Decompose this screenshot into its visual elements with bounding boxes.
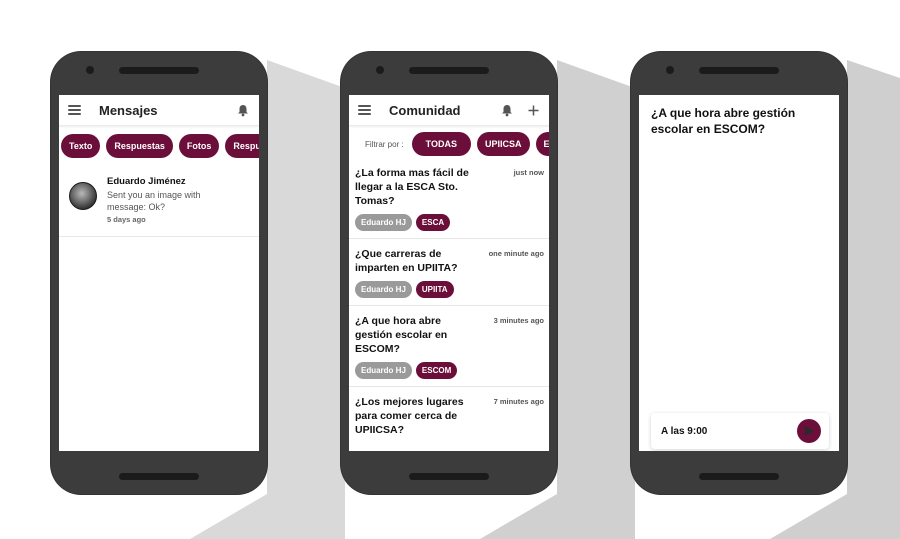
- post-title: ¿Que carreras de imparten en UPIITA?: [355, 248, 458, 274]
- school-tag[interactable]: ESCOM: [415, 362, 458, 379]
- post-title: ¿Los mejores lugares para comer cerca de…: [355, 396, 464, 436]
- post-item[interactable]: ¿La forma mas fácil de llegar a la ESCA …: [349, 158, 549, 239]
- post-time: 7 minutes ago: [493, 397, 544, 406]
- post-time: one minute ago: [488, 249, 544, 258]
- post-item[interactable]: ¿Que carreras de imparten en UPIITA? one…: [349, 239, 549, 306]
- app-bar: Comunidad: [349, 95, 549, 126]
- user-tag[interactable]: Eduardo HJ: [355, 214, 412, 231]
- post-tags: Eduardo HJ ESCA: [355, 214, 545, 231]
- post-item[interactable]: ¿A que hora abre gestión escolar en ESCO…: [349, 306, 549, 387]
- filter-chips: Texto Respuestas Fotos Respuestas: [59, 126, 259, 158]
- chip-escom[interactable]: ESCOM: [535, 132, 549, 156]
- chip-texto[interactable]: Texto: [61, 134, 101, 158]
- send-icon: [804, 426, 814, 436]
- reply-box: [651, 413, 829, 449]
- user-tag[interactable]: Eduardo HJ: [355, 281, 412, 298]
- message-time: 5 days ago: [107, 215, 146, 224]
- earpiece-speaker: [119, 67, 199, 74]
- school-tag[interactable]: UPIITA: [415, 281, 454, 298]
- filter-label: Filtrar por :: [365, 139, 404, 149]
- school-tag[interactable]: ESCA: [415, 214, 451, 231]
- screen-pregunta: ¿A que hora abre gestión escolar en ESCO…: [639, 95, 839, 451]
- reply-input[interactable]: [659, 424, 797, 438]
- page-title: Comunidad: [389, 102, 461, 118]
- message-sender: Eduardo Jiménez: [107, 176, 186, 187]
- plus-icon[interactable]: [526, 103, 540, 117]
- phone-mensajes: Mensajes Texto Respuestas Fotos Respuest…: [51, 52, 267, 494]
- chip-respuestas[interactable]: Respuestas: [106, 134, 173, 158]
- question-title: ¿A que hora abre gestión escolar en ESCO…: [651, 106, 796, 136]
- front-camera: [86, 66, 94, 74]
- phone-pregunta: ¿A que hora abre gestión escolar en ESCO…: [631, 52, 847, 494]
- post-title: ¿La forma mas fácil de llegar a la ESCA …: [355, 167, 469, 207]
- bell-icon[interactable]: [236, 103, 250, 117]
- chip-todas[interactable]: TODAS: [411, 132, 472, 156]
- send-button[interactable]: [797, 419, 821, 443]
- phone-comunidad: Comunidad Filtrar por : TODAS UPIICSA ES…: [341, 52, 557, 494]
- chip-fotos[interactable]: Fotos: [178, 134, 220, 158]
- bottom-speaker: [409, 473, 489, 480]
- avatar: [69, 182, 97, 210]
- bottom-speaker: [119, 473, 199, 480]
- message-preview-line2: message: Ok?: [107, 202, 166, 212]
- earpiece-speaker: [699, 67, 779, 74]
- screen-mensajes: Mensajes Texto Respuestas Fotos Respuest…: [59, 95, 259, 451]
- chip-respuestas-2[interactable]: Respuestas: [225, 134, 259, 158]
- post-tags: Eduardo HJ UPIITA: [355, 281, 545, 298]
- post-tags: Eduardo HJ ESCOM: [355, 362, 545, 379]
- front-camera: [376, 66, 384, 74]
- bell-icon[interactable]: [500, 103, 514, 117]
- filter-chips: Filtrar por : TODAS UPIICSA ESCOM: [349, 126, 549, 158]
- app-bar: Mensajes: [59, 95, 259, 126]
- post-time: just now: [513, 168, 544, 177]
- post-title: ¿A que hora abre gestión escolar en ESCO…: [355, 315, 448, 355]
- user-tag[interactable]: Eduardo HJ: [355, 362, 412, 379]
- post-time: 3 minutes ago: [493, 316, 544, 325]
- front-camera: [666, 66, 674, 74]
- message-item[interactable]: Eduardo Jiménez Sent you an image with m…: [59, 162, 259, 237]
- post-item[interactable]: ¿Los mejores lugares para comer cerca de…: [349, 387, 549, 444]
- menu-icon[interactable]: [68, 105, 81, 115]
- message-preview-line1: Sent you an image with: [107, 190, 201, 200]
- bottom-speaker: [699, 473, 779, 480]
- menu-icon[interactable]: [358, 105, 371, 115]
- earpiece-speaker: [409, 67, 489, 74]
- message-body: Eduardo Jiménez Sent you an image with m…: [107, 176, 201, 224]
- page-title: Mensajes: [99, 102, 158, 118]
- screen-comunidad: Comunidad Filtrar por : TODAS UPIICSA ES…: [349, 95, 549, 451]
- chip-upiicsa[interactable]: UPIICSA: [477, 132, 530, 156]
